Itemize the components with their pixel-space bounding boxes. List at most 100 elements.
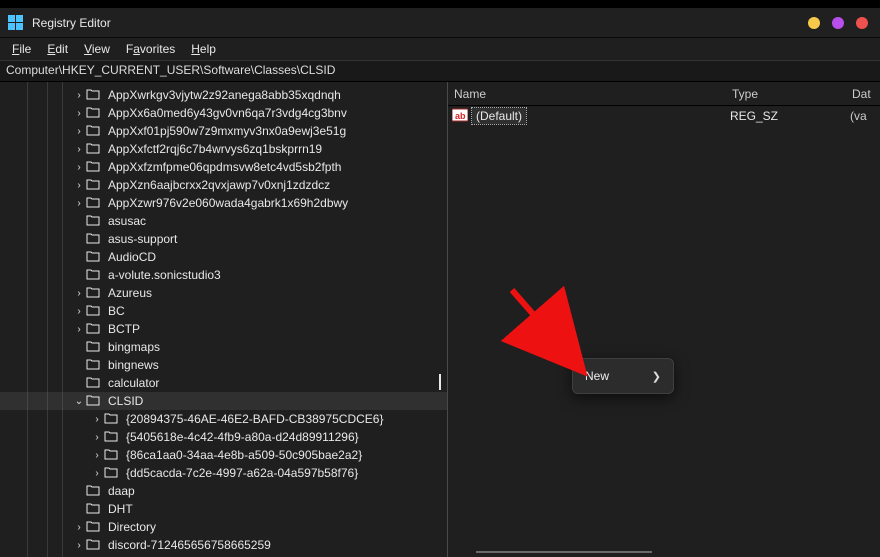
folder-icon bbox=[86, 502, 102, 516]
tree-item-label: AppXwrkgv3vjytw2z92anega8abb35xqdnqh bbox=[108, 88, 341, 102]
tree-item[interactable]: ›discord-712465656758665259 bbox=[0, 536, 447, 554]
menu-help[interactable]: Help bbox=[183, 40, 224, 58]
column-type[interactable]: Type bbox=[726, 83, 846, 105]
folder-icon bbox=[86, 376, 102, 390]
folder-icon bbox=[86, 538, 102, 552]
tree-item[interactable]: ›AppXxf01pj590w7z9mxmyv3nx0a9ewj3e51g bbox=[0, 122, 447, 140]
menu-favorites[interactable]: Favorites bbox=[118, 40, 183, 58]
chevron-right-icon[interactable]: › bbox=[72, 198, 86, 209]
chevron-right-icon[interactable]: › bbox=[72, 180, 86, 191]
tree-item[interactable]: › {dd5cacda-7c2e-4997-a62a-04a597b58f76} bbox=[0, 464, 447, 482]
horizontal-scrollbar[interactable] bbox=[476, 551, 652, 553]
tree-item[interactable]: ›a-volute.sonicstudio3 bbox=[0, 266, 447, 284]
chevron-right-icon[interactable]: › bbox=[90, 432, 104, 443]
tree-item[interactable]: ›calculator bbox=[0, 374, 447, 392]
tree-item-label: a-volute.sonicstudio3 bbox=[108, 268, 221, 282]
folder-icon bbox=[86, 142, 102, 156]
tree-item-label: AudioCD bbox=[108, 250, 156, 264]
values-header: Name Type Dat bbox=[448, 82, 880, 106]
tree-item[interactable]: ›BCTP bbox=[0, 320, 447, 338]
tree-item-label: calculator bbox=[108, 376, 159, 390]
tree: ›AppXwrkgv3vjytw2z92anega8abb35xqdnqh›Ap… bbox=[0, 86, 447, 557]
menu-file[interactable]: File bbox=[4, 40, 39, 58]
tree-item-label: Azureus bbox=[108, 286, 152, 300]
tree-item[interactable]: ›asus-support bbox=[0, 230, 447, 248]
value-name[interactable]: (Default) bbox=[472, 108, 526, 124]
chevron-right-icon[interactable]: › bbox=[90, 414, 104, 425]
tree-item-label: Directory bbox=[108, 520, 156, 534]
folder-icon bbox=[86, 286, 102, 300]
tree-item[interactable]: ›AppXzn6aajbcrxx2qvxjawp7v0xnj1zdzdcz bbox=[0, 176, 447, 194]
folder-icon bbox=[86, 88, 102, 102]
context-menu-new[interactable]: New ❯ bbox=[573, 363, 673, 389]
tree-item[interactable]: › AppXwrkgv3vjytw2z92anega8abb35xqdnqh bbox=[0, 86, 447, 104]
chevron-right-icon[interactable]: › bbox=[72, 540, 86, 551]
value-row[interactable]: ab (Default) REG_SZ (va bbox=[448, 106, 880, 126]
context-menu: New ❯ bbox=[572, 358, 674, 394]
tree-item[interactable]: ›AppXxfzmfpme06qpdmsvw8etc4vd5sb2fpth bbox=[0, 158, 447, 176]
context-menu-item-label: New bbox=[585, 369, 609, 383]
tree-item[interactable]: › BC bbox=[0, 302, 447, 320]
chevron-right-icon[interactable]: › bbox=[72, 90, 86, 101]
chevron-right-icon[interactable]: › bbox=[72, 144, 86, 155]
chevron-right-icon[interactable]: › bbox=[72, 522, 86, 533]
chevron-right-icon[interactable]: › bbox=[72, 162, 86, 173]
tree-item-label: BC bbox=[108, 304, 125, 318]
chevron-right-icon[interactable]: › bbox=[72, 108, 86, 119]
tree-item[interactable]: ›bingmaps bbox=[0, 338, 447, 356]
tree-item[interactable]: ›daap bbox=[0, 482, 447, 500]
tree-item[interactable]: › AppXx6a0med6y43gv0vn6qa7r3vdg4cg3bnv bbox=[0, 104, 447, 122]
folder-icon bbox=[86, 520, 102, 534]
folder-icon bbox=[104, 448, 120, 462]
chevron-right-icon[interactable]: › bbox=[72, 288, 86, 299]
address-bar[interactable]: Computer\HKEY_CURRENT_USER\Software\Clas… bbox=[0, 60, 880, 82]
folder-icon bbox=[86, 322, 102, 336]
insertion-caret bbox=[439, 374, 441, 390]
folder-icon bbox=[86, 268, 102, 282]
chevron-right-icon[interactable]: › bbox=[90, 450, 104, 461]
tree-item[interactable]: › Azureus bbox=[0, 284, 447, 302]
minimize-dot[interactable] bbox=[808, 17, 820, 29]
tree-item[interactable]: ⌄CLSID bbox=[0, 392, 447, 410]
menu-edit[interactable]: Edit bbox=[39, 40, 76, 58]
chevron-right-icon[interactable]: › bbox=[72, 126, 86, 137]
tree-item-label: {dd5cacda-7c2e-4997-a62a-04a597b58f76} bbox=[126, 466, 358, 480]
tree-item[interactable]: ›bingnews bbox=[0, 356, 447, 374]
value-type: REG_SZ bbox=[730, 109, 850, 123]
folder-icon bbox=[86, 340, 102, 354]
tree-item[interactable]: ›asusac bbox=[0, 212, 447, 230]
folder-icon bbox=[86, 196, 102, 210]
chevron-right-icon[interactable]: › bbox=[72, 306, 86, 317]
tree-item[interactable]: ›{5405618e-4c42-4fb9-a80a-d24d89911296} bbox=[0, 428, 447, 446]
tree-item-label: AppXx6a0med6y43gv0vn6qa7r3vdg4cg3bnv bbox=[108, 106, 347, 120]
chevron-right-icon[interactable]: › bbox=[90, 468, 104, 479]
tree-item[interactable]: ›AppXxfctf2rqj6c7b4wrvys6zq1bskprrn19 bbox=[0, 140, 447, 158]
folder-icon bbox=[86, 394, 102, 408]
tree-item[interactable]: ›AudioCD bbox=[0, 248, 447, 266]
folder-icon bbox=[86, 484, 102, 498]
top-fragment bbox=[0, 0, 880, 8]
column-name[interactable]: Name bbox=[448, 83, 726, 105]
tree-item[interactable]: ›DHT bbox=[0, 500, 447, 518]
menu-view[interactable]: View bbox=[76, 40, 118, 58]
titlebar: Registry Editor bbox=[0, 8, 880, 38]
tree-pane: ›AppXwrkgv3vjytw2z92anega8abb35xqdnqh›Ap… bbox=[0, 82, 448, 557]
app-icon bbox=[8, 15, 24, 31]
close-dot[interactable] bbox=[856, 17, 868, 29]
main-split: ›AppXwrkgv3vjytw2z92anega8abb35xqdnqh›Ap… bbox=[0, 82, 880, 557]
tree-item-label: daap bbox=[108, 484, 135, 498]
tree-item[interactable]: › Directory bbox=[0, 518, 447, 536]
folder-icon bbox=[104, 412, 120, 426]
folder-icon bbox=[86, 304, 102, 318]
window-controls bbox=[808, 17, 868, 29]
tree-item[interactable]: ›AppXzwr976v2e060wada4gabrk1x69h2dbwy bbox=[0, 194, 447, 212]
window-title: Registry Editor bbox=[32, 16, 111, 30]
chevron-right-icon[interactable]: › bbox=[72, 324, 86, 335]
chevron-down-icon[interactable]: ⌄ bbox=[72, 396, 86, 407]
tree-item[interactable]: ›{86ca1aa0-34aa-4e8b-a509-50c905bae2a2} bbox=[0, 446, 447, 464]
tree-item-label: bingnews bbox=[108, 358, 159, 372]
column-data[interactable]: Dat bbox=[846, 83, 880, 105]
tree-item[interactable]: ›{20894375-46AE-46E2-BAFD-CB38975CDCE6} bbox=[0, 410, 447, 428]
tree-item-label: bingmaps bbox=[108, 340, 160, 354]
maximize-dot[interactable] bbox=[832, 17, 844, 29]
